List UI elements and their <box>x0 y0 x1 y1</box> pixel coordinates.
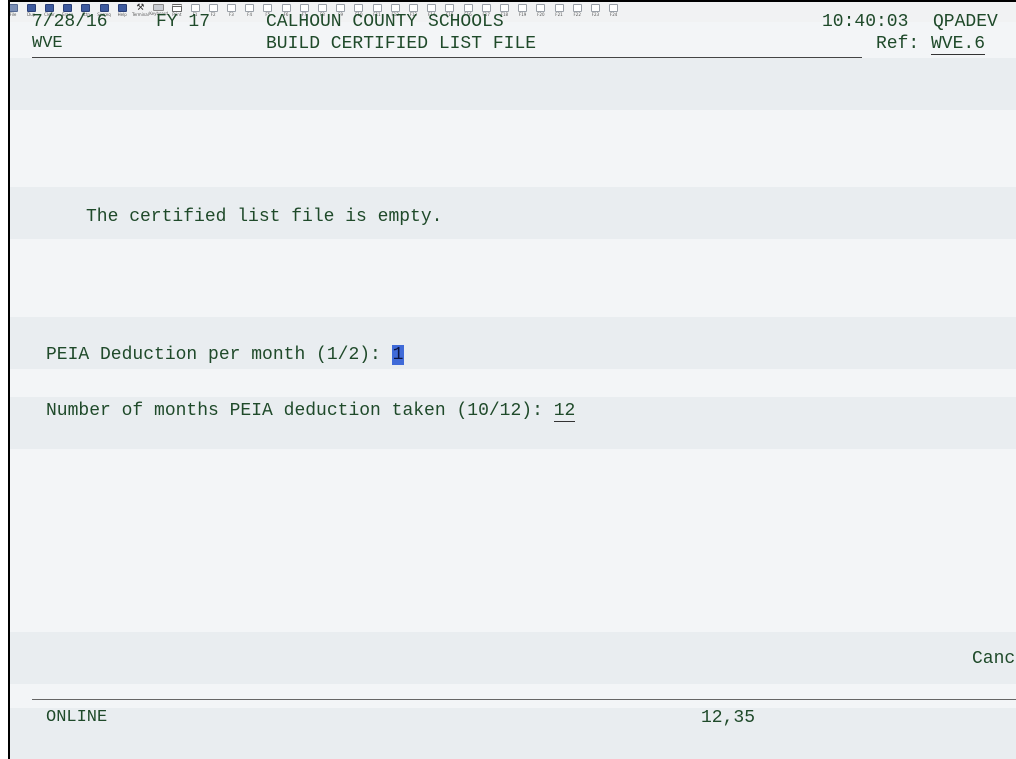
f21-key-icon <box>554 4 564 12</box>
f18-key-icon <box>499 4 509 12</box>
clear-icon <box>44 4 54 12</box>
f9-key-icon <box>336 4 346 12</box>
peia-months-row: Number of months PEIA deduction taken (1… <box>46 401 576 422</box>
row-band <box>10 632 1016 684</box>
help-icon <box>117 4 127 12</box>
file-icon <box>10 4 18 12</box>
header-program: WVE <box>32 34 63 53</box>
f1-key-icon <box>190 4 200 12</box>
toolbar-button-f24[interactable]: F24 <box>603 3 625 21</box>
f6-key-icon <box>281 4 291 12</box>
row-band <box>10 708 1016 759</box>
f24-key-icon <box>609 4 619 12</box>
f20-key-icon <box>536 4 546 12</box>
f15-key-icon <box>445 4 455 12</box>
header-user: QPADEV <box>933 12 998 32</box>
f2-key-icon <box>208 4 218 12</box>
header-org-name: CALHOUN COUNTY SCHOOLS <box>266 12 504 32</box>
ref-label: Ref: <box>876 34 920 54</box>
terminal-window: File Dup Clear Erase Attn Sysreq Help ⚒ Terminal… <box>8 0 1016 759</box>
status-mode: ONLINE <box>46 708 108 727</box>
f7-key-icon <box>299 4 309 12</box>
f13-key-icon <box>408 4 418 12</box>
f14-key-icon <box>427 4 437 12</box>
sysreq-icon <box>99 4 109 12</box>
header-line-1: 7/28/16 <box>32 12 108 32</box>
f22-key-icon <box>572 4 582 12</box>
peia-deduction-row: PEIA Deduction per month (1/2): 1 <box>46 345 405 365</box>
row-band <box>10 58 1016 110</box>
f5-key-icon <box>263 4 273 12</box>
peia-months-label: Number of months PEIA deduction taken (1… <box>46 401 543 421</box>
f19-key-icon <box>518 4 528 12</box>
dup-icon <box>26 4 36 12</box>
header-fy: FY 17 <box>156 12 211 32</box>
peia-deduction-label: PEIA Deduction per month (1/2): <box>46 345 381 365</box>
status-divider <box>32 699 1016 700</box>
header-time: 10:40:03 <box>822 12 909 32</box>
f8-key-icon <box>317 4 327 12</box>
f3-key-icon <box>226 4 236 12</box>
f4-key-icon <box>245 4 255 12</box>
peia-months-input[interactable]: 12 <box>553 402 576 422</box>
cursor-position: 12,35 <box>701 708 756 728</box>
toolbar-button-label: F24 <box>609 12 618 17</box>
header-date: 7/28/16 <box>32 12 108 32</box>
attn-icon <box>81 4 91 12</box>
empty-file-message: The certified list file is empty. <box>86 207 443 227</box>
f16-key-icon <box>463 4 473 12</box>
f11-key-icon <box>372 4 382 12</box>
f12-key-icon <box>390 4 400 12</box>
keyboard-icon <box>153 4 165 11</box>
cancel-command[interactable]: Canc <box>972 649 1015 669</box>
f10-key-icon <box>354 4 364 12</box>
f17-key-icon <box>481 4 491 12</box>
peia-deduction-input[interactable]: 1 <box>391 345 405 365</box>
printer-icon <box>171 4 182 12</box>
hammer-icon: ⚒ <box>136 3 145 13</box>
f23-key-icon <box>590 4 600 12</box>
ref-value: WVE.6 <box>931 34 986 55</box>
erase-icon <box>63 4 73 12</box>
screen-title: BUILD CERTIFIED LIST FILE <box>266 34 537 54</box>
